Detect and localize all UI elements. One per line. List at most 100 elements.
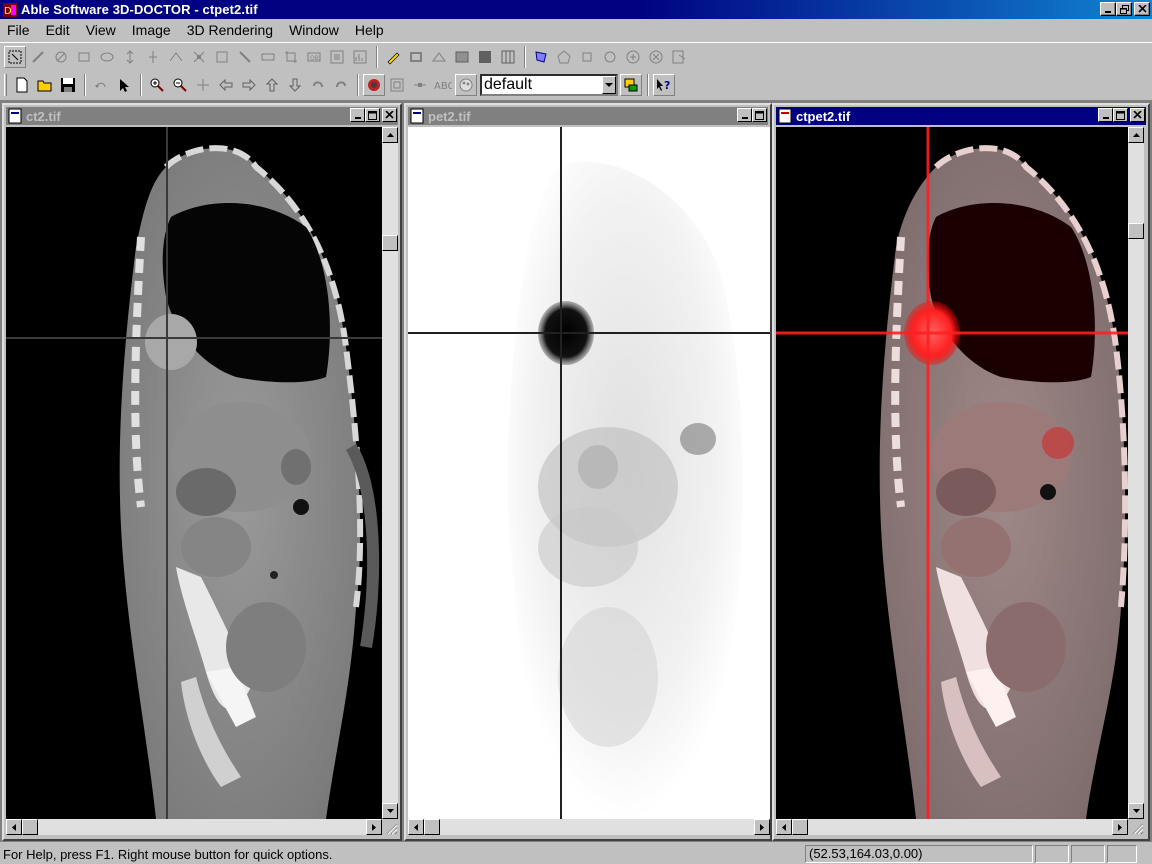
erase-boundary-icon[interactable] [50, 46, 72, 68]
crop-icon[interactable] [280, 46, 302, 68]
circle-plus-icon[interactable] [622, 46, 644, 68]
ct-hscroll-thumb[interactable] [22, 819, 38, 835]
pentagon-icon[interactable] [553, 46, 575, 68]
combo-arrow-icon[interactable] [602, 76, 616, 94]
ct-vscroll-thumb[interactable] [382, 235, 398, 251]
menu-help[interactable]: Help [347, 20, 392, 40]
ct-minimize-button[interactable] [350, 108, 365, 122]
pet-sagittal-image[interactable] [408, 127, 770, 819]
fused-image-window[interactable]: ctpet2.tif [772, 103, 1150, 841]
circle-x-icon[interactable] [645, 46, 667, 68]
fused-hscroll-thumb[interactable] [792, 819, 808, 835]
box-tool-icon[interactable] [211, 46, 233, 68]
slice-view-icon[interactable] [386, 74, 408, 96]
volume-icon[interactable] [451, 46, 473, 68]
scroll-up-icon[interactable] [382, 127, 398, 143]
measure-icon[interactable] [257, 46, 279, 68]
context-help-icon[interactable]: ? [653, 74, 675, 96]
scroll-left-icon[interactable] [776, 819, 792, 835]
open-folder-icon[interactable] [34, 74, 56, 96]
arrow-down-icon[interactable] [284, 74, 306, 96]
polygon-select-icon[interactable] [530, 46, 552, 68]
ct-maximize-button[interactable] [365, 108, 380, 122]
pointer-icon[interactable] [113, 74, 135, 96]
rotate-left-icon[interactable] [307, 74, 329, 96]
save-icon[interactable] [57, 74, 79, 96]
ellipse-tool-icon[interactable] [96, 46, 118, 68]
menu-window[interactable]: Window [281, 20, 347, 40]
arrow-up-icon[interactable] [261, 74, 283, 96]
menu-view[interactable]: View [78, 20, 124, 40]
pet-hscroll-thumb[interactable] [424, 819, 440, 835]
label-object-icon[interactable]: OBJ [303, 46, 325, 68]
palette-icon[interactable] [455, 74, 477, 96]
undo-icon[interactable] [90, 74, 112, 96]
ct-image-window[interactable]: ct2.tif [2, 103, 402, 841]
fused-vscroll-thumb[interactable] [1128, 223, 1144, 239]
text-annotation-icon[interactable]: ABC [432, 74, 454, 96]
menu-image[interactable]: Image [124, 20, 179, 40]
ct-size-grip[interactable] [382, 819, 398, 835]
fused-vertical-scrollbar[interactable] [1128, 127, 1144, 819]
menu-edit[interactable]: Edit [38, 20, 78, 40]
menu-3d-rendering[interactable]: 3D Rendering [179, 20, 281, 40]
pencil-icon[interactable] [382, 46, 404, 68]
region-grow-icon[interactable] [668, 46, 690, 68]
restore-button[interactable] [1116, 2, 1132, 16]
apply-preset-icon[interactable] [620, 74, 642, 96]
scroll-up-icon[interactable] [1128, 127, 1144, 143]
ct-close-button[interactable] [382, 108, 397, 122]
image-frame-icon[interactable] [326, 46, 348, 68]
zoom-out-icon[interactable] [169, 74, 191, 96]
circle-icon[interactable] [599, 46, 621, 68]
pet-maximize-button[interactable] [752, 108, 767, 122]
stack-icon[interactable] [405, 46, 427, 68]
ct-horizontal-scrollbar[interactable] [6, 819, 382, 835]
new-file-icon[interactable] [11, 74, 33, 96]
preset-combobox[interactable]: default [480, 74, 618, 96]
ct-window-titlebar[interactable]: ct2.tif [6, 107, 398, 125]
scroll-left-icon[interactable] [6, 819, 22, 835]
zoom-in-icon[interactable] [146, 74, 168, 96]
fused-maximize-button[interactable] [1113, 108, 1128, 122]
menu-file[interactable]: File [0, 20, 38, 40]
connect-points-icon[interactable] [165, 46, 187, 68]
ct-sagittal-image[interactable] [6, 127, 382, 819]
scroll-right-icon[interactable] [754, 819, 770, 835]
fused-ctpet-image[interactable] [776, 127, 1128, 819]
columns-icon[interactable] [497, 46, 519, 68]
move-vertical-icon[interactable] [119, 46, 141, 68]
scroll-down-icon[interactable] [1128, 803, 1144, 819]
pet-horizontal-scrollbar[interactable] [408, 819, 770, 835]
fused-close-button[interactable] [1130, 108, 1145, 122]
select-region-icon[interactable] [4, 45, 26, 68]
fused-minimize-button[interactable] [1098, 108, 1113, 122]
scroll-right-icon[interactable] [1112, 819, 1128, 835]
solid-icon[interactable] [474, 46, 496, 68]
pet-image-window[interactable]: pet2.tif [404, 103, 772, 841]
split-icon[interactable] [142, 46, 164, 68]
scroll-right-icon[interactable] [366, 819, 382, 835]
rotate-right-icon[interactable] [330, 74, 352, 96]
surface-icon[interactable] [428, 46, 450, 68]
fused-horizontal-scrollbar[interactable] [776, 819, 1128, 835]
line-profile-icon[interactable] [409, 74, 431, 96]
minimize-button[interactable] [1100, 2, 1116, 16]
rectangle-tool-icon[interactable] [73, 46, 95, 68]
app-logo-icon[interactable]: D [2, 2, 18, 18]
node-edit-icon[interactable] [188, 46, 210, 68]
histogram-icon[interactable] [349, 46, 371, 68]
fused-size-grip[interactable] [1128, 819, 1144, 835]
pet-minimize-button[interactable] [737, 108, 752, 122]
scroll-down-icon[interactable] [382, 803, 398, 819]
square-icon[interactable] [576, 46, 598, 68]
arrow-left-icon[interactable] [215, 74, 237, 96]
ct-vertical-scrollbar[interactable] [382, 127, 398, 819]
arrow-right-icon[interactable] [238, 74, 260, 96]
fit-window-icon[interactable] [192, 74, 214, 96]
app-titlebar[interactable]: D Able Software 3D-DOCTOR - ctpet2.tif [0, 0, 1152, 19]
scroll-left-icon[interactable] [408, 819, 424, 835]
fused-window-titlebar[interactable]: ctpet2.tif [776, 107, 1146, 125]
close-button[interactable] [1134, 2, 1150, 16]
render-head-icon[interactable] [363, 74, 385, 96]
